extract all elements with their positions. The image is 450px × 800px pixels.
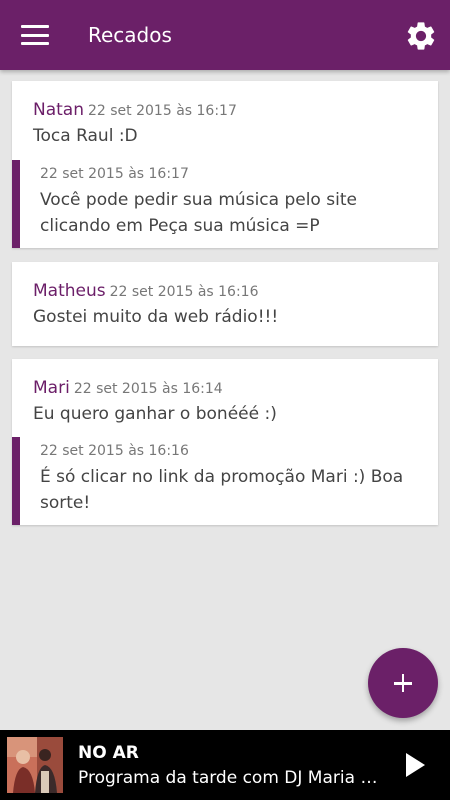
on-air-label: NO AR <box>78 743 139 763</box>
reply-date: 22 set 2015 às 16:17 <box>40 166 189 182</box>
message-reply: 22 set 2015 às 16:17 Você pode pedir sua… <box>12 160 438 248</box>
message-header: Mari 22 set 2015 às 16:14 <box>33 378 223 398</box>
message-text: Eu quero ganhar o bonééé :) <box>33 404 277 424</box>
message-header: Matheus 22 set 2015 às 16:16 <box>33 281 258 301</box>
message-date: 22 set 2015 às 16:14 <box>73 381 223 397</box>
reply-date: 22 set 2015 às 16:16 <box>40 443 189 459</box>
add-message-button[interactable] <box>368 648 438 718</box>
play-icon[interactable] <box>400 751 428 779</box>
reply-accent-bar <box>12 437 20 525</box>
message-author: Mari <box>33 378 70 398</box>
message-reply: 22 set 2015 às 16:16 É só clicar no link… <box>12 437 438 525</box>
radio-player-bar[interactable]: NO AR Programa da tarde com DJ Maria Rá.… <box>0 730 450 800</box>
message-author: Matheus <box>33 281 106 301</box>
message-date: 22 set 2015 às 16:17 <box>88 103 237 119</box>
page-title: Recados <box>88 23 172 47</box>
reply-accent-bar <box>12 160 20 248</box>
program-title: Programa da tarde com DJ Maria Rá... <box>78 768 388 788</box>
program-cover-image <box>7 737 63 793</box>
message-date: 22 set 2015 às 16:16 <box>109 284 259 300</box>
reply-text: É só clicar no link da promoção Mari :) … <box>40 467 404 513</box>
reply-text: Você pode pedir sua música pelo site cli… <box>40 190 357 236</box>
app-bar: Recados <box>0 0 450 70</box>
message-card[interactable]: Matheus 22 set 2015 às 16:16 Gostei muito… <box>12 262 438 346</box>
message-text: Gostei muito da web rádio!!! <box>33 307 279 327</box>
hamburger-menu-icon[interactable] <box>21 25 49 45</box>
gear-icon[interactable] <box>404 19 438 53</box>
message-header: Natan 22 set 2015 às 16:17 <box>33 100 237 120</box>
message-text: Toca Raul :D <box>33 126 138 146</box>
message-card[interactable]: Natan 22 set 2015 às 16:17 Toca Raul :D 2… <box>12 81 438 248</box>
message-card[interactable]: Mari 22 set 2015 às 16:14 Eu quero ganhar… <box>12 359 438 525</box>
message-author: Natan <box>33 100 84 120</box>
